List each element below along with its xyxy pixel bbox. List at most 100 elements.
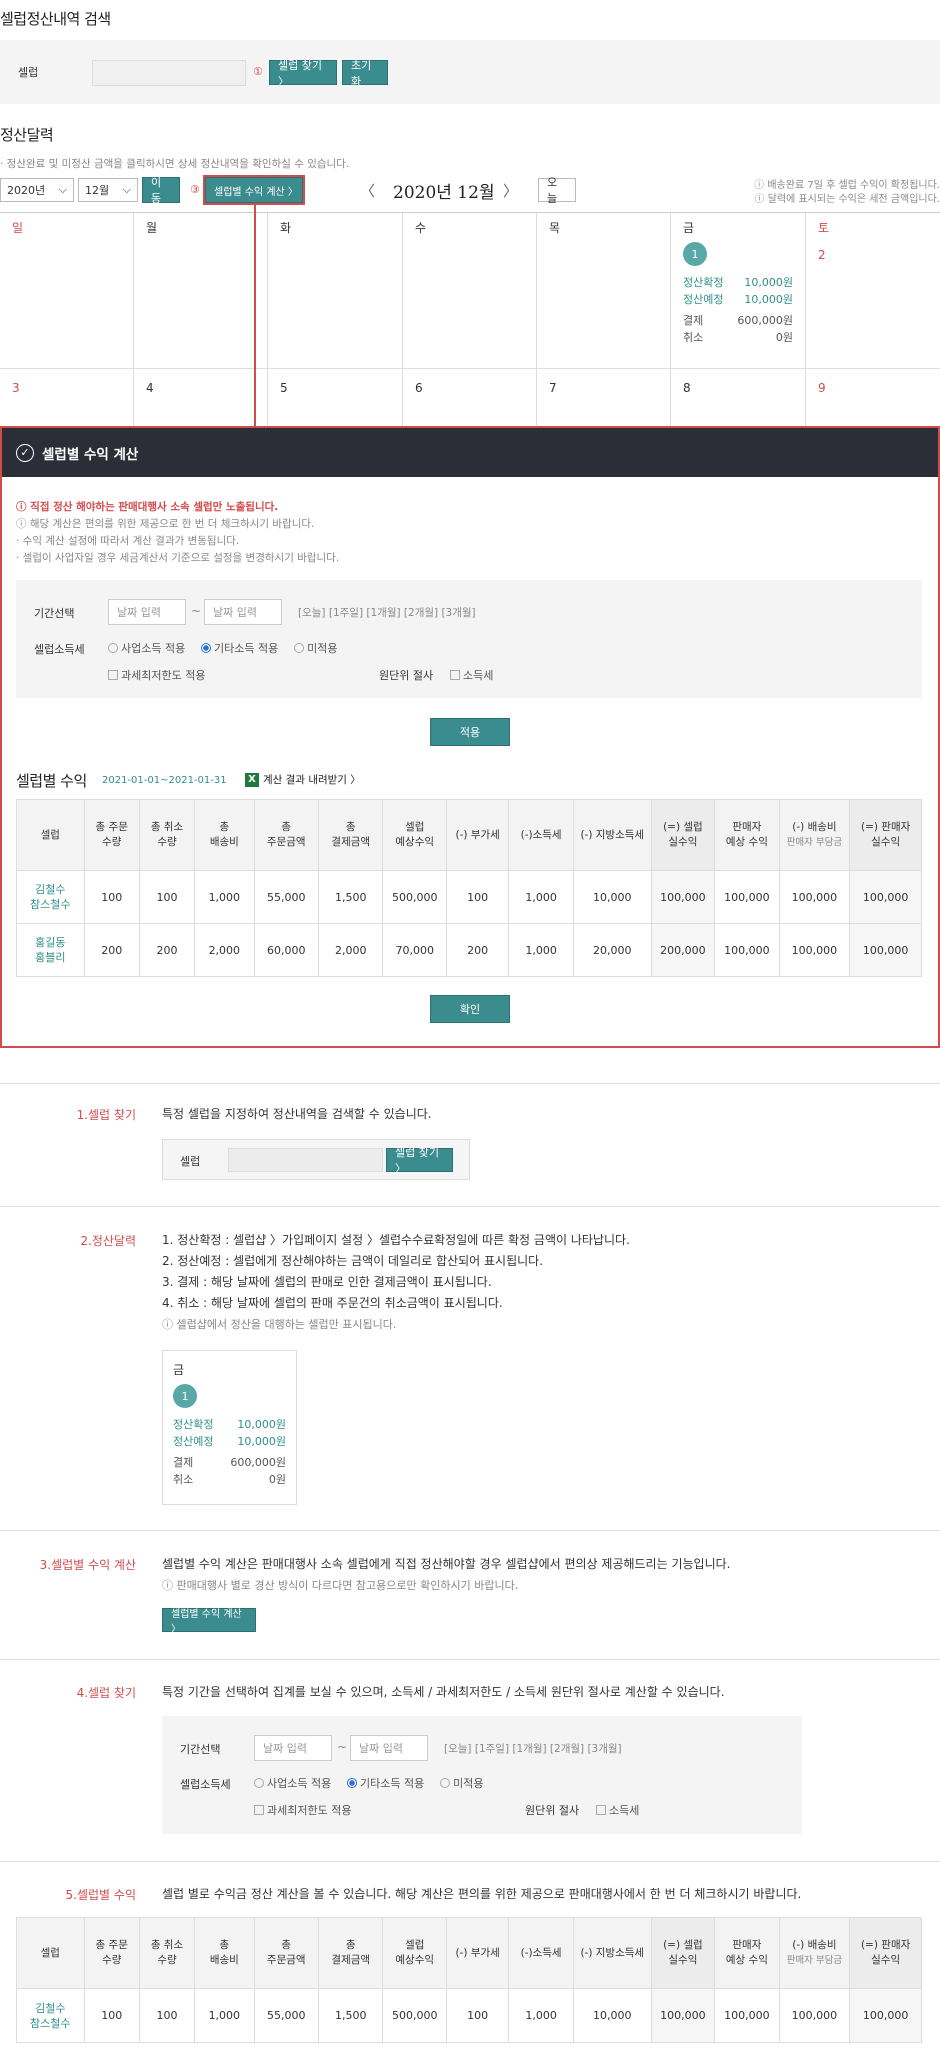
calendar-title: 정산달력 bbox=[0, 126, 54, 144]
table-cell: 100 bbox=[138, 870, 196, 924]
day-1-circle[interactable]: 1 bbox=[683, 242, 707, 266]
marker-1: ① bbox=[253, 65, 263, 78]
table-header-cell: 총 결제금액 bbox=[317, 799, 384, 871]
header-line: 예상 수익 bbox=[725, 836, 768, 848]
help-3-note: ⓘ 판매대행사 별로 경산 방식이 다르다면 참고용으로만 확인하시기 바랍니다… bbox=[162, 1579, 519, 1592]
help-2-line: 1. 정산확정 : 셀럽샵 〉가입페이지 설정 〉셀럽수수료확정일에 따른 확정… bbox=[162, 1233, 630, 1247]
excel-download-label: 계산 결과 내려받기 〉 bbox=[263, 774, 361, 786]
expect-amount[interactable]: 정산예정 10,000원 bbox=[683, 291, 793, 308]
prev-month-icon[interactable]: 〈 bbox=[360, 180, 375, 201]
help-4-text: 특정 기간을 선택하여 집계를 보실 수 있으며, 소득세 / 과세최저한도 /… bbox=[162, 1685, 725, 1699]
celeb-name[interactable]: 김철수 bbox=[17, 2001, 84, 2016]
day-cell-sat-2: 토 2 bbox=[806, 213, 940, 369]
month-value: 12월 bbox=[85, 184, 110, 197]
period-quick-links[interactable]: [오늘] [1주일] [1개월] [2개월] [3개월] bbox=[298, 605, 476, 620]
month-select[interactable]: 12월 ⌵ bbox=[78, 178, 138, 202]
radio-none: 미적용 bbox=[440, 1775, 483, 1791]
header-line: (-) 배송비 bbox=[792, 821, 837, 833]
header-line: 셀럽 bbox=[40, 828, 60, 841]
header-line: 결제금액 bbox=[331, 1954, 371, 1966]
table-header-cell: (-) 부가세 bbox=[445, 799, 510, 871]
table-header-row: 셀럽 총 주문 수량 총 취소 수량 총 배송비 총 주문금액 총 결제금액 셀럽 예상수익 (-) 부가… bbox=[16, 1917, 922, 1989]
celeb-name[interactable]: 홍길동 bbox=[17, 935, 84, 950]
expect-amount: 정산예정 10,000원 bbox=[173, 1435, 286, 1448]
header-line: 수량 bbox=[157, 836, 177, 848]
weekday-label: 일 bbox=[12, 221, 24, 235]
celeb-name-cell[interactable]: 홍길동 홍블리 bbox=[16, 923, 85, 977]
move-button[interactable]: 이동 bbox=[142, 176, 180, 205]
radio-none[interactable]: 미적용 bbox=[294, 640, 337, 656]
celeb-name[interactable]: 참스철수 bbox=[17, 897, 84, 912]
radio-icon bbox=[108, 643, 118, 653]
day-header-thu: 목 bbox=[537, 213, 671, 369]
date-start-input: 날짜 입력 bbox=[254, 1735, 332, 1761]
celeb-name[interactable]: 참스철수 bbox=[17, 2016, 84, 2031]
year-value: 2020년 bbox=[7, 184, 46, 197]
table-header-cell: 총 주문금액 bbox=[253, 799, 319, 871]
round-label: 원단위 절사 bbox=[525, 1804, 580, 1817]
header-line: 총 주문 bbox=[95, 821, 128, 833]
radio-business[interactable]: 사업소득 적용 bbox=[108, 640, 185, 656]
weekday-label: 금 bbox=[173, 1363, 185, 1377]
today-button[interactable]: 오늘 bbox=[538, 176, 576, 205]
help-4-label: 4.셀럽 찾기 bbox=[76, 1686, 136, 1700]
header-line: 실수익 bbox=[871, 836, 901, 848]
date-start-input[interactable]: 날짜 입력 bbox=[108, 599, 186, 625]
day-cell-fri-1[interactable]: 금 1 정산확정 10,000원 정산예정 10,000원 결제 600,000원 취… bbox=[671, 213, 806, 369]
confirm-button[interactable]: 확인 bbox=[430, 995, 510, 1023]
day-number: 2 bbox=[818, 248, 826, 262]
check-circle-icon: ✓ bbox=[16, 443, 34, 462]
callout-line bbox=[254, 203, 256, 427]
apply-button[interactable]: 적용 bbox=[430, 718, 510, 746]
table-cell: 60,000 bbox=[253, 923, 319, 977]
header-line: 주문금액 bbox=[266, 1954, 306, 1966]
header-line: 예상수익 bbox=[395, 1954, 435, 1966]
confirm-amount[interactable]: 정산확정 10,000원 bbox=[683, 274, 793, 291]
result-table: 셀럽 총 주문 수량 총 취소 수량 총 배송비 총 주문금액 총 결제금액 셀럽 예상수익 (-) 부가… bbox=[16, 799, 922, 977]
help-1-find-button[interactable]: 셀럽 찾기 〉 bbox=[386, 1146, 453, 1175]
weekday-label: 토 bbox=[818, 221, 830, 235]
calendar-grid: 일 월 화 수 목 금 1 정산확정 10,000원 정산예정 10,000원 결제… bbox=[0, 212, 940, 427]
table-cell: 500,000 bbox=[382, 870, 447, 924]
celeb-name-cell[interactable]: 김철수 참스철수 bbox=[16, 870, 85, 924]
divider bbox=[0, 1861, 940, 1862]
table-row: 김철수 참스철수 100 100 1,000 55,000 1,500 500,000 100 1… bbox=[16, 870, 922, 924]
table-header-cell: 셀럽 예상수익 bbox=[382, 1917, 447, 1989]
min-tax-checkbox[interactable]: 과세최저한도 적용 bbox=[108, 667, 217, 683]
celeb-calc-button[interactable]: 셀럽별 수익 계산 〉 bbox=[203, 175, 305, 205]
celeb-search-input[interactable] bbox=[92, 60, 246, 86]
celeb-name-cell[interactable]: 김철수 참스철수 bbox=[16, 1988, 85, 2043]
header-line: 판매자 bbox=[732, 1939, 762, 1951]
table-header-cell: 총배송비 bbox=[194, 1917, 255, 1989]
header-line: 배송비 bbox=[209, 1954, 239, 1966]
celeb-name[interactable]: 김철수 bbox=[17, 882, 84, 897]
table-cell: 55,000 bbox=[253, 1988, 319, 2043]
celeb-name[interactable]: 홍블리 bbox=[17, 950, 84, 965]
help-3-calc-button[interactable]: 셀럽별 수익 계산 〉 bbox=[162, 1608, 256, 1635]
table-cell: 100,000 bbox=[778, 923, 851, 977]
weekday-label: 화 bbox=[280, 221, 292, 235]
table-cell: 70,000 bbox=[382, 923, 447, 977]
header-line: 실수익 bbox=[668, 1954, 698, 1966]
next-month-icon[interactable]: 〉 bbox=[503, 180, 518, 201]
radio-other[interactable]: 기타소득 적용 bbox=[201, 640, 278, 656]
notice-red: ⓘ 직접 정산 해야하는 판매대행사 소속 셀럽만 노출됩니다. bbox=[16, 501, 279, 513]
help-2-label: 2.정산달력 bbox=[80, 1234, 136, 1248]
reset-button[interactable]: 초기화 bbox=[342, 59, 388, 88]
header-line: (-) 배송비 bbox=[792, 1939, 837, 1951]
period-label: 기간선택 bbox=[180, 1743, 221, 1756]
year-select[interactable]: 2020년 ⌵ bbox=[0, 178, 74, 202]
excel-download[interactable]: X 계산 결과 내려받기 〉 bbox=[245, 772, 361, 787]
header-line: (-)소득세 bbox=[520, 1946, 562, 1959]
date-end-input[interactable]: 날짜 입력 bbox=[204, 599, 282, 625]
header-line: 총 취소 bbox=[150, 821, 184, 833]
round-checkbox[interactable]: 소득세 bbox=[450, 667, 505, 683]
header-line: 총 bbox=[281, 1939, 292, 1951]
celeb-find-button[interactable]: 셀럽 찾기 〉 bbox=[269, 59, 337, 88]
header-line: 수량 bbox=[102, 1954, 122, 1966]
table-header-cell: (-) 지방소득세 bbox=[572, 799, 652, 871]
header-line: 총 bbox=[219, 1939, 230, 1951]
notice-line: · 수익 계산 설정에 따라서 계산 결과가 변동됩니다. bbox=[16, 535, 240, 547]
header-line: (=) 판매자 bbox=[860, 821, 911, 833]
day-cell: 6 bbox=[403, 369, 537, 427]
